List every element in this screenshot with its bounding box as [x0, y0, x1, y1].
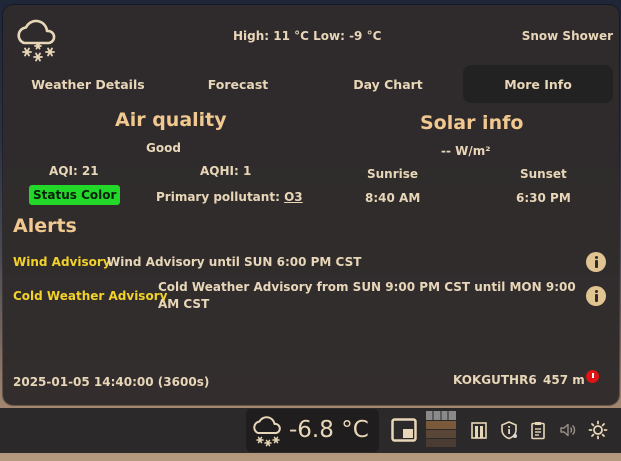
- shield-info-icon[interactable]: [499, 420, 519, 440]
- alert-desc-cold: Cold Weather Advisory from SUN 9:00 PM C…: [158, 280, 576, 311]
- aqi-value: AQI: 21: [49, 164, 99, 178]
- snow-shower-icon: [253, 416, 281, 447]
- weather-condition: Snow Shower: [521, 29, 613, 43]
- observation-timestamp: 2025-01-05 14:40:00 (3600s): [13, 375, 210, 389]
- volume-icon[interactable]: [558, 420, 578, 440]
- tab-more-info[interactable]: More Info: [463, 65, 613, 103]
- aqhi-value: AQHI: 1: [200, 164, 252, 178]
- window-icon[interactable]: [391, 418, 417, 442]
- info-icon[interactable]: [586, 286, 606, 306]
- brightness-icon[interactable]: [588, 420, 608, 440]
- pollutant-link[interactable]: O3: [284, 190, 303, 204]
- high-low-temp: High: 11 °C Low: -9 °C: [233, 29, 382, 43]
- aqi-rating: Good: [146, 141, 181, 155]
- weather-popup: High: 11 °C Low: -9 °C Snow Shower Weath…: [3, 5, 619, 405]
- snow-shower-icon: [17, 19, 56, 62]
- alert-desc-wind: Wind Advisory until SUN 6:00 PM CST: [107, 255, 362, 269]
- clipboard-icon[interactable]: [528, 420, 548, 440]
- primary-pollutant: Primary pollutant: O3: [156, 190, 303, 204]
- sunrise-time: 8:40 AM: [365, 191, 421, 205]
- sunset-time: 6:30 PM: [516, 191, 571, 205]
- station-id: KOKGUTHR6: [453, 373, 537, 387]
- alert-name-wind: Wind Advisory: [13, 255, 111, 269]
- alerts-title: Alerts: [13, 215, 77, 237]
- status-color-badge: Status Color: [29, 185, 121, 205]
- sunrise-label: Sunrise: [367, 167, 419, 181]
- panel-temperature: -6.8 °C: [289, 417, 369, 443]
- pager-icon[interactable]: [426, 411, 456, 447]
- info-icon[interactable]: [586, 252, 606, 272]
- tab-forecast[interactable]: Forecast: [163, 65, 313, 103]
- solar-irradiance: -- W/m²: [441, 144, 491, 158]
- sunset-label: Sunset: [520, 167, 567, 181]
- station-elevation: 457 m: [543, 373, 585, 387]
- bookmark-icon[interactable]: [469, 420, 489, 440]
- tab-day-chart[interactable]: Day Chart: [313, 65, 463, 103]
- air-quality-title: Air quality: [115, 109, 227, 131]
- tab-bar: Weather Details Forecast Day Chart More …: [13, 65, 613, 103]
- solar-info-title: Solar info: [420, 112, 524, 134]
- alert-name-cold: Cold Weather Advisory: [13, 289, 168, 303]
- tab-weather-details[interactable]: Weather Details: [13, 65, 163, 103]
- error-icon[interactable]: [586, 370, 599, 383]
- pollutant-label: Primary pollutant:: [156, 190, 280, 204]
